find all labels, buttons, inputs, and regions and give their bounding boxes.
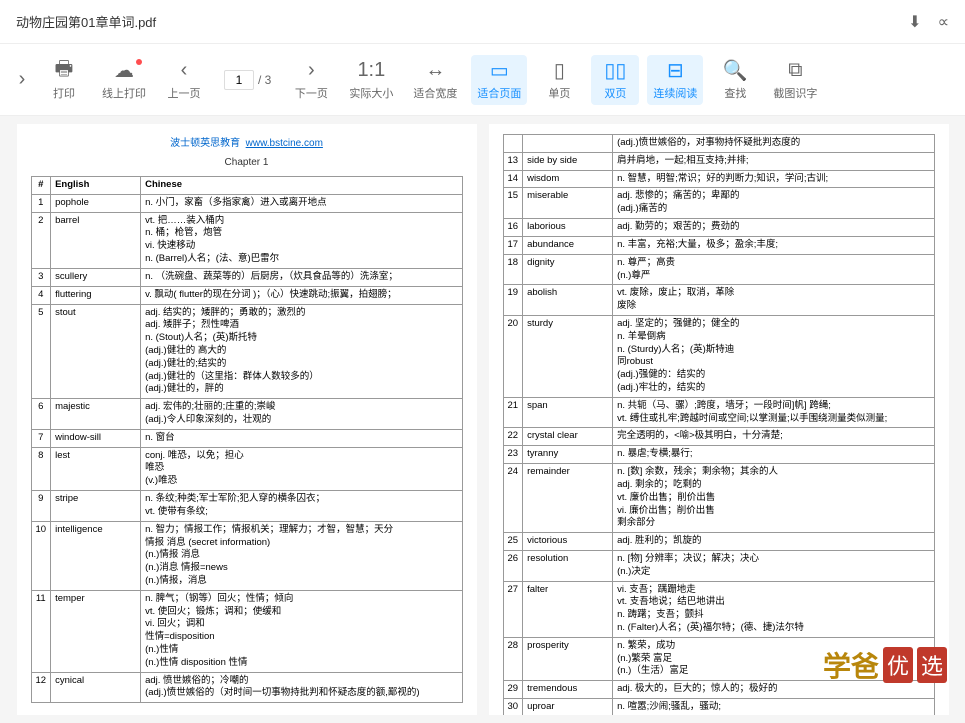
table-row: 30uproarn. 喧嚣;沙闹;骚乱，骚动; bbox=[503, 699, 934, 715]
next-page-button[interactable]: ›下一页 bbox=[287, 55, 335, 105]
table-row: 5stoutadj. 结实的；矮胖的；勇敢的；激烈的 adj. 矮胖子；烈性啤酒… bbox=[31, 304, 462, 399]
toolbar: › 🖶打印 ☁线上打印 ‹上一页 / 3 ›下一页 1:1实际大小 ↔适合宽度 … bbox=[0, 44, 965, 116]
vocab-table-left: # English Chinese 1popholen. 小门，家畜（多指家禽）… bbox=[31, 176, 463, 703]
table-row: 27faltervi. 支吾；蹒跚地走 vt. 支吾地说；结巴地讲出 n. 踌躇… bbox=[503, 581, 934, 637]
edge-tool[interactable]: › bbox=[12, 64, 32, 96]
table-row: 23tyrannyn. 暴虐;专横;暴行; bbox=[503, 446, 934, 464]
continuous-button[interactable]: ⊟连续阅读 bbox=[647, 55, 703, 105]
table-row: 24remaindern. [数] 余数，残余；剩余物；其余的人 adj. 剩余… bbox=[503, 464, 934, 533]
table-row: 1popholen. 小门，家畜（多指家禽）进入或离开地点 bbox=[31, 194, 462, 212]
table-row: 14wisdomn. 智慧，明智;常识；好的判断力;知识，学问;古训; bbox=[503, 170, 934, 188]
prev-page-button[interactable]: ‹上一页 bbox=[160, 55, 208, 105]
fit-width-button[interactable]: ↔适合宽度 bbox=[407, 55, 463, 105]
table-row: 25victoriousadj. 胜利的；凯旋的 bbox=[503, 533, 934, 551]
online-print-button[interactable]: ☁线上打印 bbox=[96, 55, 152, 105]
print-button[interactable]: 🖶打印 bbox=[40, 55, 88, 105]
table-row: 21spann. 共轭（马、骡）;跨度，墙牙；一段时间]帆] 跨绳; vt. 缚… bbox=[503, 397, 934, 428]
table-row: (adj.)愤世嫉俗的，对事物持怀疑批判态度的 bbox=[503, 135, 934, 153]
table-row: 19abolishvt. 废除，废止；取消，革除 废除 bbox=[503, 285, 934, 316]
table-row: 20sturdyadj. 坚定的；强健的；健全的 n. 羊晕倒病 n. (Stu… bbox=[503, 315, 934, 397]
page-left: 波士顿英思教育 www.bstcine.com Chapter 1 # Engl… bbox=[17, 124, 477, 715]
table-row: 4flutteringv. 飘动( flutter的现在分词 )；（心）快速跳动… bbox=[31, 286, 462, 304]
col-english: English bbox=[51, 177, 141, 195]
table-row: 8lestconj. 唯恐，以免；担心 唯恐 (v.)唯恐 bbox=[31, 447, 462, 490]
table-row: 2barrelvt. 把……装入桶内 n. 桶；枪管，炮管 vi. 快速移动 n… bbox=[31, 212, 462, 268]
document-viewport: 波士顿英思教育 www.bstcine.com Chapter 1 # Engl… bbox=[0, 116, 965, 723]
download-icon[interactable]: ⬇ bbox=[908, 12, 921, 32]
ocr-button[interactable]: ⧉截图识字 bbox=[767, 55, 823, 105]
table-row: 16laboriousadj. 勤劳的；艰苦的；费劲的 bbox=[503, 219, 934, 237]
col-chinese: Chinese bbox=[141, 177, 462, 195]
doc-header: 波士顿英思教育 www.bstcine.com bbox=[31, 134, 463, 149]
table-row: 10intelligencen. 智力；情报工作；情报机关；理解力；才智，智慧；… bbox=[31, 521, 462, 590]
table-row: 13side by side肩并肩地，一起;相互支持;并排; bbox=[503, 152, 934, 170]
table-row: 6majesticadj. 宏伟的;壮丽的;庄重的;崇峻 (adj.)令人印象深… bbox=[31, 399, 462, 430]
table-row: 22crystal clear完全透明的，<喻>极其明白，十分清楚; bbox=[503, 428, 934, 446]
table-row: 11tempern. 脾气；（钢等）回火；性情；倾向 vt. 使回火；锻炼；调和… bbox=[31, 590, 462, 672]
page-right: (adj.)愤世嫉俗的，对事物持怀疑批判态度的13side by side肩并肩… bbox=[489, 124, 949, 715]
table-row: 7window-silln. 窗台 bbox=[31, 429, 462, 447]
table-row: 3sculleryn. （洗碗盘、蔬菜等的）后厨房，（炊具食品等的）洗涤室； bbox=[31, 268, 462, 286]
doc-link[interactable]: www.bstcine.com bbox=[246, 138, 323, 149]
page-indicator: / 3 bbox=[224, 70, 271, 90]
table-row: 15miserableadj. 悲惨的；痛苦的；卑鄙的 (adj.)痛苦的 bbox=[503, 188, 934, 219]
find-button[interactable]: 🔍查找 bbox=[711, 55, 759, 105]
single-page-button[interactable]: ▯单页 bbox=[535, 55, 583, 105]
document-filename: 动物庄园第01章单词.pdf bbox=[16, 12, 908, 31]
table-row: 17abundancen. 丰富，充裕;大量，极多；盈余;丰度; bbox=[503, 236, 934, 254]
page-total: / 3 bbox=[258, 73, 271, 87]
table-row: 12cynicaladj. 愤世嫉俗的；冷嘲的 (adj.)愤世嫉俗的（对时间一… bbox=[31, 672, 462, 703]
col-num: # bbox=[31, 177, 51, 195]
table-row: 9stripen. 条纹;种类;军士军阶;犯人穿的横条囚衣； vt. 使带有条纹… bbox=[31, 491, 462, 522]
vocab-table-right: (adj.)愤世嫉俗的，对事物持怀疑批判态度的13side by side肩并肩… bbox=[503, 134, 935, 715]
double-page-button[interactable]: ▯▯双页 bbox=[591, 55, 639, 105]
fit-page-button[interactable]: ▭适合页面 bbox=[471, 55, 527, 105]
page-input[interactable] bbox=[224, 70, 254, 90]
watermark: 学爸 优 选 bbox=[823, 645, 947, 685]
actual-size-button[interactable]: 1:1实际大小 bbox=[343, 55, 399, 105]
share-icon[interactable]: ∝ bbox=[938, 12, 949, 32]
table-row: 18dignityn. 尊严；高贵 (n.)尊严 bbox=[503, 254, 934, 285]
table-row: 26resolutionn. [物] 分辨率；决议；解决；决心 (n.)决定 bbox=[503, 550, 934, 581]
chapter-title: Chapter 1 bbox=[31, 157, 463, 168]
